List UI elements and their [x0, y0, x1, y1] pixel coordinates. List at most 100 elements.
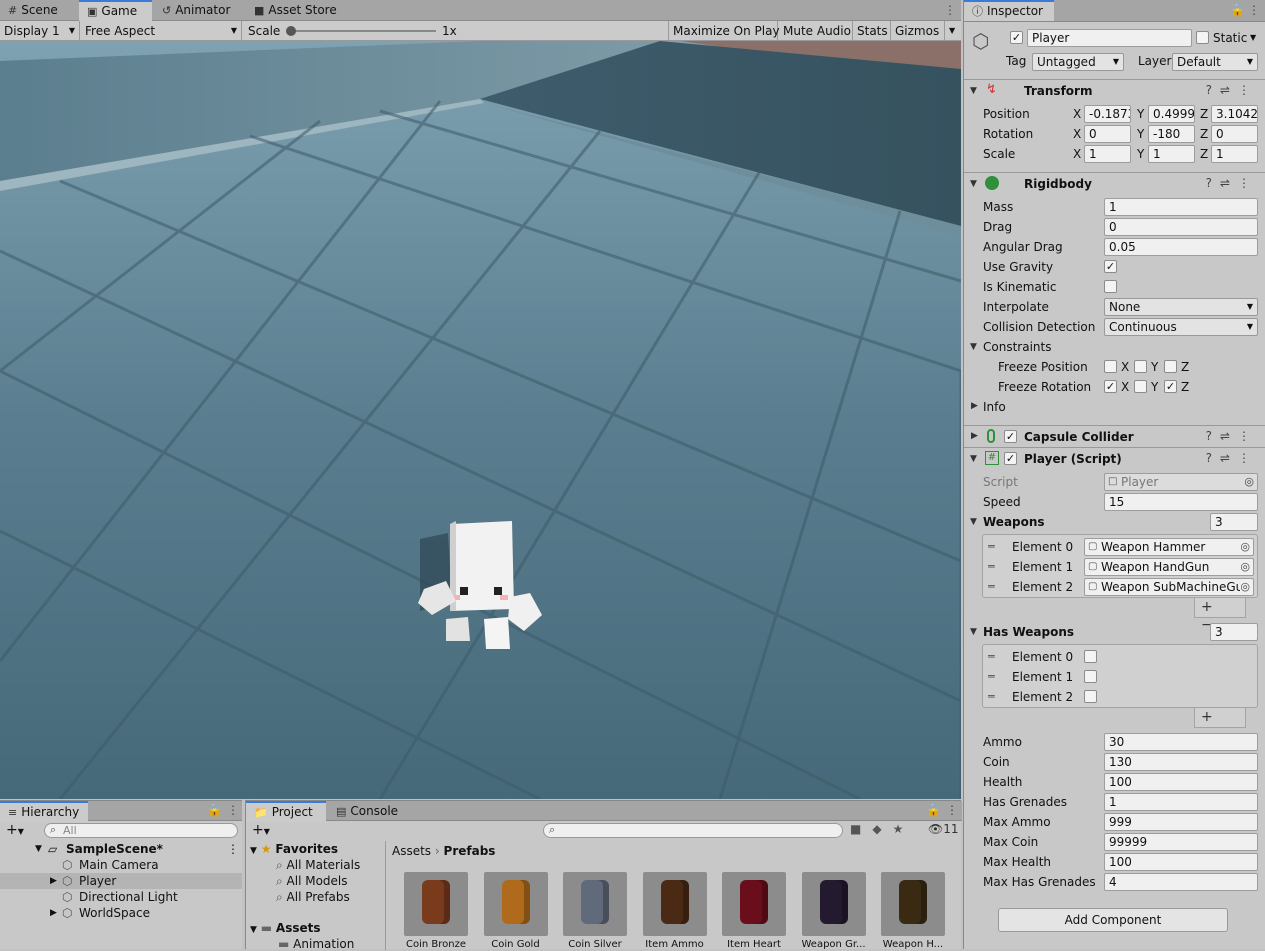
favorite-item[interactable]: ⌕ All Prefabs	[276, 890, 350, 905]
hierarchy-item[interactable]: ▶ ⬡ WorldSpace	[0, 905, 242, 921]
freeze-position-y-checkbox[interactable]	[1134, 360, 1147, 373]
has-weapons-size-field[interactable]: 3	[1210, 623, 1258, 641]
freeze-rotation-y-checkbox[interactable]	[1134, 380, 1147, 393]
scene-menu-icon[interactable]: ⋮	[227, 841, 239, 857]
asset-item[interactable]: Item Ammo	[642, 872, 707, 950]
static-checkbox[interactable]	[1196, 31, 1209, 44]
collision-dropdown[interactable]: Continuous	[1104, 318, 1258, 336]
asset-item[interactable]: Coin Silver	[563, 872, 627, 950]
stat-field[interactable]: 130	[1104, 753, 1258, 771]
scene-row[interactable]: ▼ ▱ SampleScene* ⋮	[0, 841, 242, 857]
freeze-position-z-checkbox[interactable]	[1164, 360, 1177, 373]
breadcrumb-root[interactable]: Assets	[392, 844, 431, 858]
use-gravity-checkbox[interactable]: ✓	[1104, 260, 1117, 273]
object-picker-icon[interactable]: ◎	[1240, 579, 1250, 595]
lock-icon[interactable]: 🔒	[926, 803, 941, 817]
component-header-icons[interactable]: ?⇌⋮	[1206, 176, 1258, 190]
drag-handle-icon[interactable]: ═	[988, 560, 995, 573]
stat-field[interactable]: 99999	[1104, 833, 1258, 851]
favorite-item[interactable]: ⌕ All Models	[276, 874, 348, 889]
drag-handle-icon[interactable]: ═	[988, 650, 995, 663]
tab-inspector[interactable]: ⓘ Inspector	[964, 0, 1054, 21]
scale-slider-thumb[interactable]	[286, 26, 296, 36]
tab-animator[interactable]: ↺ Animator	[154, 0, 242, 21]
freeze-position-x-checkbox[interactable]	[1104, 360, 1117, 373]
weapons-header-row[interactable]: ▼ Weapons 3	[964, 512, 1265, 532]
drag-handle-icon[interactable]: ═	[988, 690, 995, 703]
stat-field[interactable]: 999	[1104, 813, 1258, 831]
favorites-row[interactable]: ▼ ★ Favorites	[250, 842, 338, 856]
speed-field[interactable]: 15	[1104, 493, 1258, 511]
hierarchy-item[interactable]: ⬡ Main Camera	[0, 857, 242, 873]
stat-field[interactable]: 4	[1104, 873, 1258, 891]
hierarchy-item[interactable]: ▶ ⬡ Player	[0, 873, 242, 889]
asset-item[interactable]: Coin Bronze	[404, 872, 468, 950]
rigidbody-header[interactable]: ▼ Rigidbody ?⇌⋮	[964, 172, 1265, 194]
constraints-row[interactable]: ▼ Constraints	[964, 337, 1265, 357]
drag-field[interactable]: 0	[1104, 218, 1258, 236]
weapon-element-field[interactable]: ▢ Weapon SubMachineGun ◎	[1084, 578, 1254, 596]
drag-handle-icon[interactable]: ═	[988, 580, 995, 593]
object-name-field[interactable]: Player	[1027, 29, 1192, 47]
scale-slider-track[interactable]	[290, 30, 436, 32]
game-viewport[interactable]	[0, 41, 961, 799]
weapons-size-field[interactable]: 3	[1210, 513, 1258, 531]
hidden-packages-icon[interactable]: 👁11	[928, 822, 959, 836]
tab-hierarchy[interactable]: ≡ Hierarchy	[0, 801, 88, 822]
rotation-y-field[interactable]: -180	[1148, 125, 1195, 143]
angular-drag-field[interactable]: 0.05	[1104, 238, 1258, 256]
more-menu-icon[interactable]: ⋮	[227, 803, 239, 817]
scale-y-field[interactable]: 1	[1148, 145, 1195, 163]
tab-game[interactable]: ▣ Game	[79, 0, 152, 21]
capsule-collider-header[interactable]: ▶ ✓ Capsule Collider ?⇌⋮	[964, 425, 1265, 447]
fold-right-icon[interactable]: ▶	[50, 873, 57, 889]
freeze-rotation-z-checkbox[interactable]: ✓	[1164, 380, 1177, 393]
capsule-collider-enabled-checkbox[interactable]: ✓	[1004, 430, 1017, 443]
position-y-field[interactable]: 0.49999	[1148, 105, 1195, 123]
lock-icon[interactable]: 🔒	[1230, 3, 1245, 17]
component-header-icons[interactable]: ?⇌⋮	[1206, 83, 1258, 97]
drag-handle-icon[interactable]: ═	[988, 540, 995, 553]
stat-field[interactable]: 30	[1104, 733, 1258, 751]
stat-field[interactable]: 100	[1104, 773, 1258, 791]
asset-item[interactable]: Weapon Gr...	[801, 872, 866, 950]
mass-field[interactable]: 1	[1104, 198, 1258, 216]
scale-z-field[interactable]: 1	[1211, 145, 1258, 163]
tag-dropdown[interactable]: Untagged	[1032, 53, 1124, 71]
asset-item[interactable]: Weapon H...	[881, 872, 945, 950]
stats-button[interactable]: Stats	[853, 21, 891, 41]
freeze-rotation-x-checkbox[interactable]: ✓	[1104, 380, 1117, 393]
static-dropdown-icon[interactable]: ▼	[1250, 33, 1256, 42]
is-kinematic-checkbox[interactable]	[1104, 280, 1117, 293]
transform-header[interactable]: ▼ ↯ Transform ?⇌⋮	[964, 79, 1265, 101]
fold-right-icon[interactable]: ▶	[50, 905, 57, 921]
tab-console[interactable]: ▤ Console	[328, 801, 408, 822]
has-weapon-element-checkbox[interactable]	[1084, 690, 1097, 703]
project-filter-icons[interactable]: ■◆★	[850, 822, 914, 836]
mute-audio-button[interactable]: Mute Audio	[779, 21, 853, 41]
interpolate-dropdown[interactable]: None	[1104, 298, 1258, 316]
weapon-element-field[interactable]: ▢ Weapon Hammer ◎	[1084, 538, 1254, 556]
project-search-input[interactable]	[543, 823, 843, 838]
tab-scene[interactable]: # Scene	[0, 0, 78, 21]
hierarchy-item[interactable]: ⬡ Directional Light	[0, 889, 242, 905]
tab-project[interactable]: 📁 Project	[246, 801, 326, 822]
hierarchy-search-input[interactable]: All	[44, 823, 238, 838]
maximize-on-play-button[interactable]: Maximize On Play	[668, 21, 780, 41]
display-dropdown[interactable]: Display 1	[0, 21, 80, 41]
has-weapons-add-remove[interactable]: +−	[1194, 708, 1246, 743]
weapons-add-remove[interactable]: +−	[1194, 598, 1246, 633]
has-weapon-element-checkbox[interactable]	[1084, 650, 1097, 663]
player-script-header[interactable]: ▼ # ✓ Player (Script) ?⇌⋮	[964, 447, 1265, 469]
asset-item[interactable]: Coin Gold	[483, 872, 548, 950]
active-checkbox[interactable]: ✓	[1010, 31, 1023, 44]
drag-handle-icon[interactable]: ═	[988, 670, 995, 683]
has-weapons-header-row[interactable]: ▼ Has Weapons 3	[964, 622, 1265, 642]
component-header-icons[interactable]: ?⇌⋮	[1206, 429, 1258, 443]
breadcrumb-current[interactable]: Prefabs	[444, 844, 496, 858]
add-component-button[interactable]: Add Component	[998, 908, 1228, 932]
assets-row[interactable]: ▼ ▬ Assets	[250, 921, 321, 935]
more-menu-icon[interactable]: ⋮	[1248, 3, 1260, 17]
scale-x-field[interactable]: 1	[1084, 145, 1131, 163]
object-picker-icon[interactable]: ◎	[1240, 559, 1250, 575]
